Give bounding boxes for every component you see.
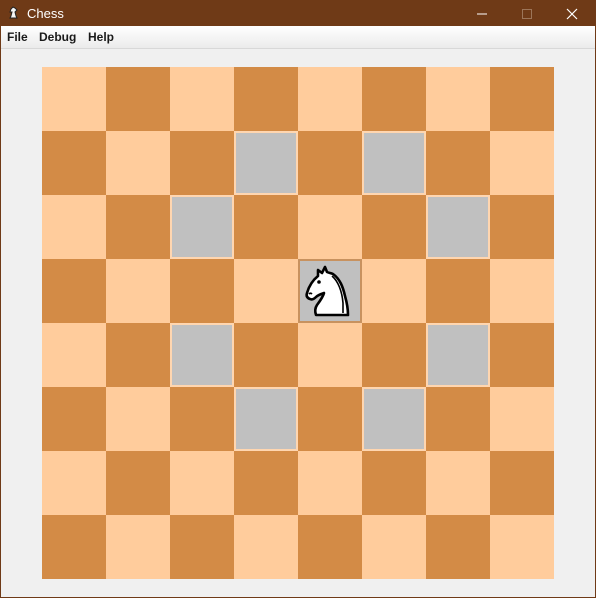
board-square[interactable]	[170, 259, 234, 323]
board-square[interactable]	[298, 515, 362, 579]
board-square[interactable]	[106, 323, 170, 387]
legal-move-square[interactable]	[362, 131, 426, 195]
board-square[interactable]	[362, 195, 426, 259]
board-square[interactable]	[490, 195, 554, 259]
chess-board	[42, 67, 554, 579]
board-square[interactable]	[298, 451, 362, 515]
board-square[interactable]	[42, 387, 106, 451]
selected-square[interactable]	[298, 259, 362, 323]
board-square[interactable]	[298, 131, 362, 195]
legal-move-square[interactable]	[426, 195, 490, 259]
board-square[interactable]	[362, 259, 426, 323]
board-square[interactable]	[42, 131, 106, 195]
board-square[interactable]	[234, 67, 298, 131]
board-square[interactable]	[106, 451, 170, 515]
board-square[interactable]	[42, 259, 106, 323]
legal-move-square[interactable]	[234, 131, 298, 195]
board-square[interactable]	[106, 515, 170, 579]
board-square[interactable]	[42, 515, 106, 579]
board-square[interactable]	[42, 195, 106, 259]
legal-move-square[interactable]	[426, 323, 490, 387]
board-square[interactable]	[426, 515, 490, 579]
board-square[interactable]	[234, 259, 298, 323]
board-square[interactable]	[106, 67, 170, 131]
minimize-icon	[477, 13, 487, 15]
board-square[interactable]	[490, 387, 554, 451]
board-square[interactable]	[426, 259, 490, 323]
board-square[interactable]	[298, 387, 362, 451]
menu-help[interactable]: Help	[88, 30, 114, 44]
board-square[interactable]	[362, 451, 426, 515]
board-square[interactable]	[170, 451, 234, 515]
board-square[interactable]	[426, 67, 490, 131]
board-square[interactable]	[42, 451, 106, 515]
board-square[interactable]	[298, 195, 362, 259]
close-button[interactable]	[549, 1, 595, 26]
menu-debug[interactable]: Debug	[39, 30, 76, 44]
menu-file[interactable]: File	[7, 30, 28, 44]
board-square[interactable]	[170, 515, 234, 579]
board-square[interactable]	[298, 67, 362, 131]
board-square[interactable]	[106, 387, 170, 451]
legal-move-square[interactable]	[170, 195, 234, 259]
window-title: Chess	[27, 6, 64, 21]
board-square[interactable]	[170, 387, 234, 451]
board-square[interactable]	[490, 323, 554, 387]
board-square[interactable]	[426, 131, 490, 195]
board-square[interactable]	[170, 67, 234, 131]
chess-window: Chess File Debug Help	[0, 0, 596, 598]
board-square[interactable]	[490, 131, 554, 195]
legal-move-square[interactable]	[362, 387, 426, 451]
board-square[interactable]	[490, 451, 554, 515]
board-square[interactable]	[42, 67, 106, 131]
board-square[interactable]	[362, 515, 426, 579]
board-square[interactable]	[426, 451, 490, 515]
maximize-icon	[522, 9, 532, 19]
legal-move-square[interactable]	[234, 387, 298, 451]
board-square[interactable]	[234, 323, 298, 387]
board-square[interactable]	[490, 67, 554, 131]
board-square[interactable]	[234, 515, 298, 579]
chess-app-icon	[9, 6, 18, 19]
board-square[interactable]	[170, 131, 234, 195]
board-square[interactable]	[106, 195, 170, 259]
title-bar[interactable]: Chess	[1, 1, 595, 26]
menu-bar: File Debug Help	[1, 26, 595, 49]
board-square[interactable]	[490, 259, 554, 323]
board-square[interactable]	[298, 323, 362, 387]
board-square[interactable]	[490, 515, 554, 579]
board-square[interactable]	[362, 323, 426, 387]
legal-move-square[interactable]	[170, 323, 234, 387]
board-square[interactable]	[362, 67, 426, 131]
board-square[interactable]	[42, 323, 106, 387]
board-square[interactable]	[106, 131, 170, 195]
board-square[interactable]	[234, 451, 298, 515]
board-square[interactable]	[234, 195, 298, 259]
white-knight-icon[interactable]	[302, 263, 358, 319]
board-square[interactable]	[106, 259, 170, 323]
minimize-button[interactable]	[459, 1, 505, 26]
board-square[interactable]	[426, 387, 490, 451]
close-icon	[566, 8, 578, 20]
maximize-button[interactable]	[504, 1, 550, 26]
